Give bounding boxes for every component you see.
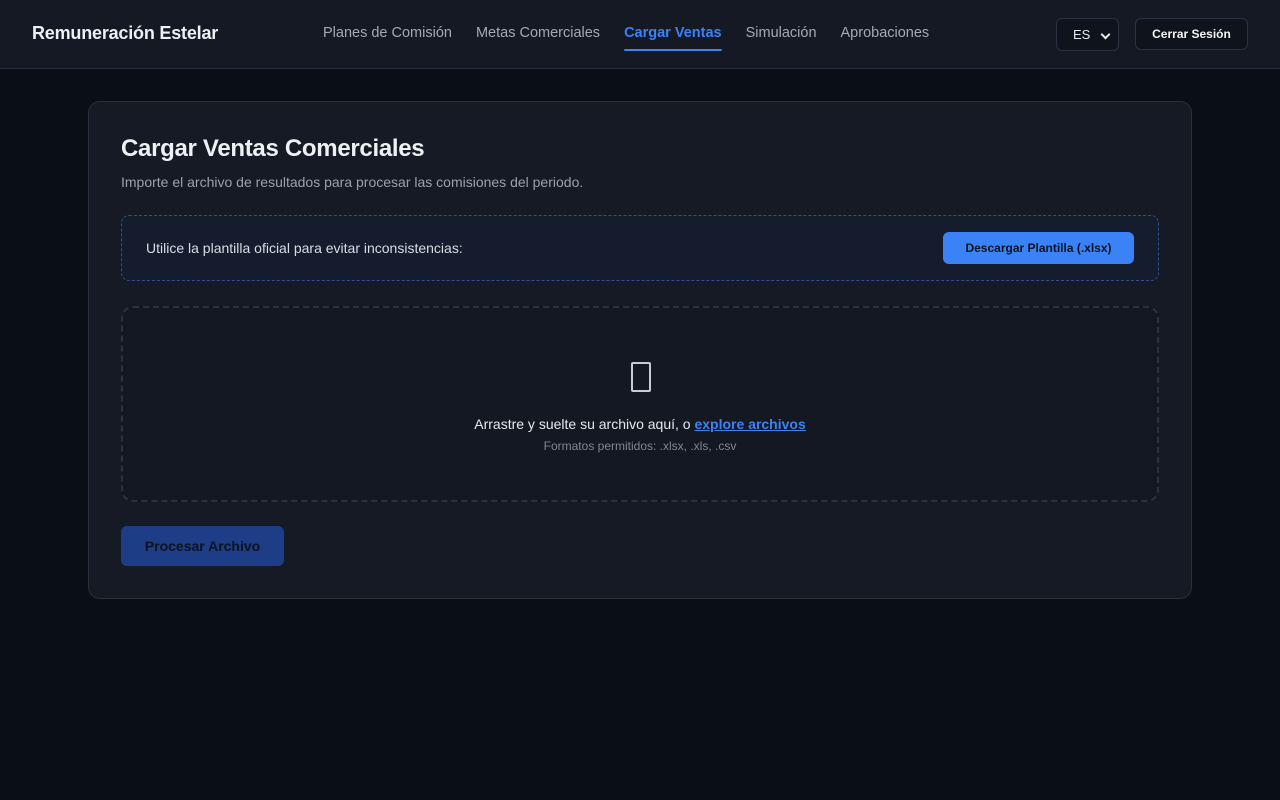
chevron-down-icon: [1100, 29, 1111, 40]
file-dropzone[interactable]: Arrastre y suelte su archivo aquí, o exp…: [121, 306, 1159, 502]
template-notice: Utilice la plantilla oficial para evitar…: [121, 215, 1159, 281]
app-title: Remuneración Estelar: [32, 23, 219, 43]
logout-button[interactable]: Cerrar Sesión: [1135, 18, 1248, 50]
dropzone-prompt-text: Arrastre y suelte su archivo aquí, o: [474, 416, 691, 432]
page-title: Cargar Ventas Comerciales: [121, 135, 425, 162]
language-select[interactable]: ES: [1056, 18, 1119, 51]
nav-item-planes-de-comision[interactable]: Planes de Comisión: [323, 0, 452, 68]
nav-item-simulacion[interactable]: Simulación: [746, 0, 817, 68]
process-file-button[interactable]: Procesar Archivo: [121, 526, 284, 566]
language-select-value: ES: [1073, 27, 1091, 42]
top-navbar: Remuneración Estelar Planes de Comisión …: [0, 0, 1280, 69]
template-notice-text: Utilice la plantilla oficial para evitar…: [146, 240, 463, 256]
nav-item-aprobaciones[interactable]: Aprobaciones: [841, 0, 930, 68]
browse-files-link[interactable]: explore archivos: [694, 416, 805, 432]
file-icon: [631, 362, 651, 392]
download-template-button[interactable]: Descargar Plantilla (.xlsx): [943, 232, 1134, 264]
allowed-formats-hint: Formatos permitidos: .xlsx, .xls, .csv: [543, 439, 737, 453]
nav-item-metas-comerciales[interactable]: Metas Comerciales: [476, 0, 600, 68]
nav-item-cargar-ventas[interactable]: Cargar Ventas: [624, 0, 722, 68]
page-subtitle: Importe el archivo de resultados para pr…: [121, 174, 584, 190]
main-nav: Planes de Comisión Metas Comerciales Car…: [323, 0, 953, 68]
upload-card: Cargar Ventas Comerciales Importe el arc…: [88, 101, 1192, 599]
dropzone-prompt: Arrastre y suelte su archivo aquí, o exp…: [123, 416, 1157, 432]
